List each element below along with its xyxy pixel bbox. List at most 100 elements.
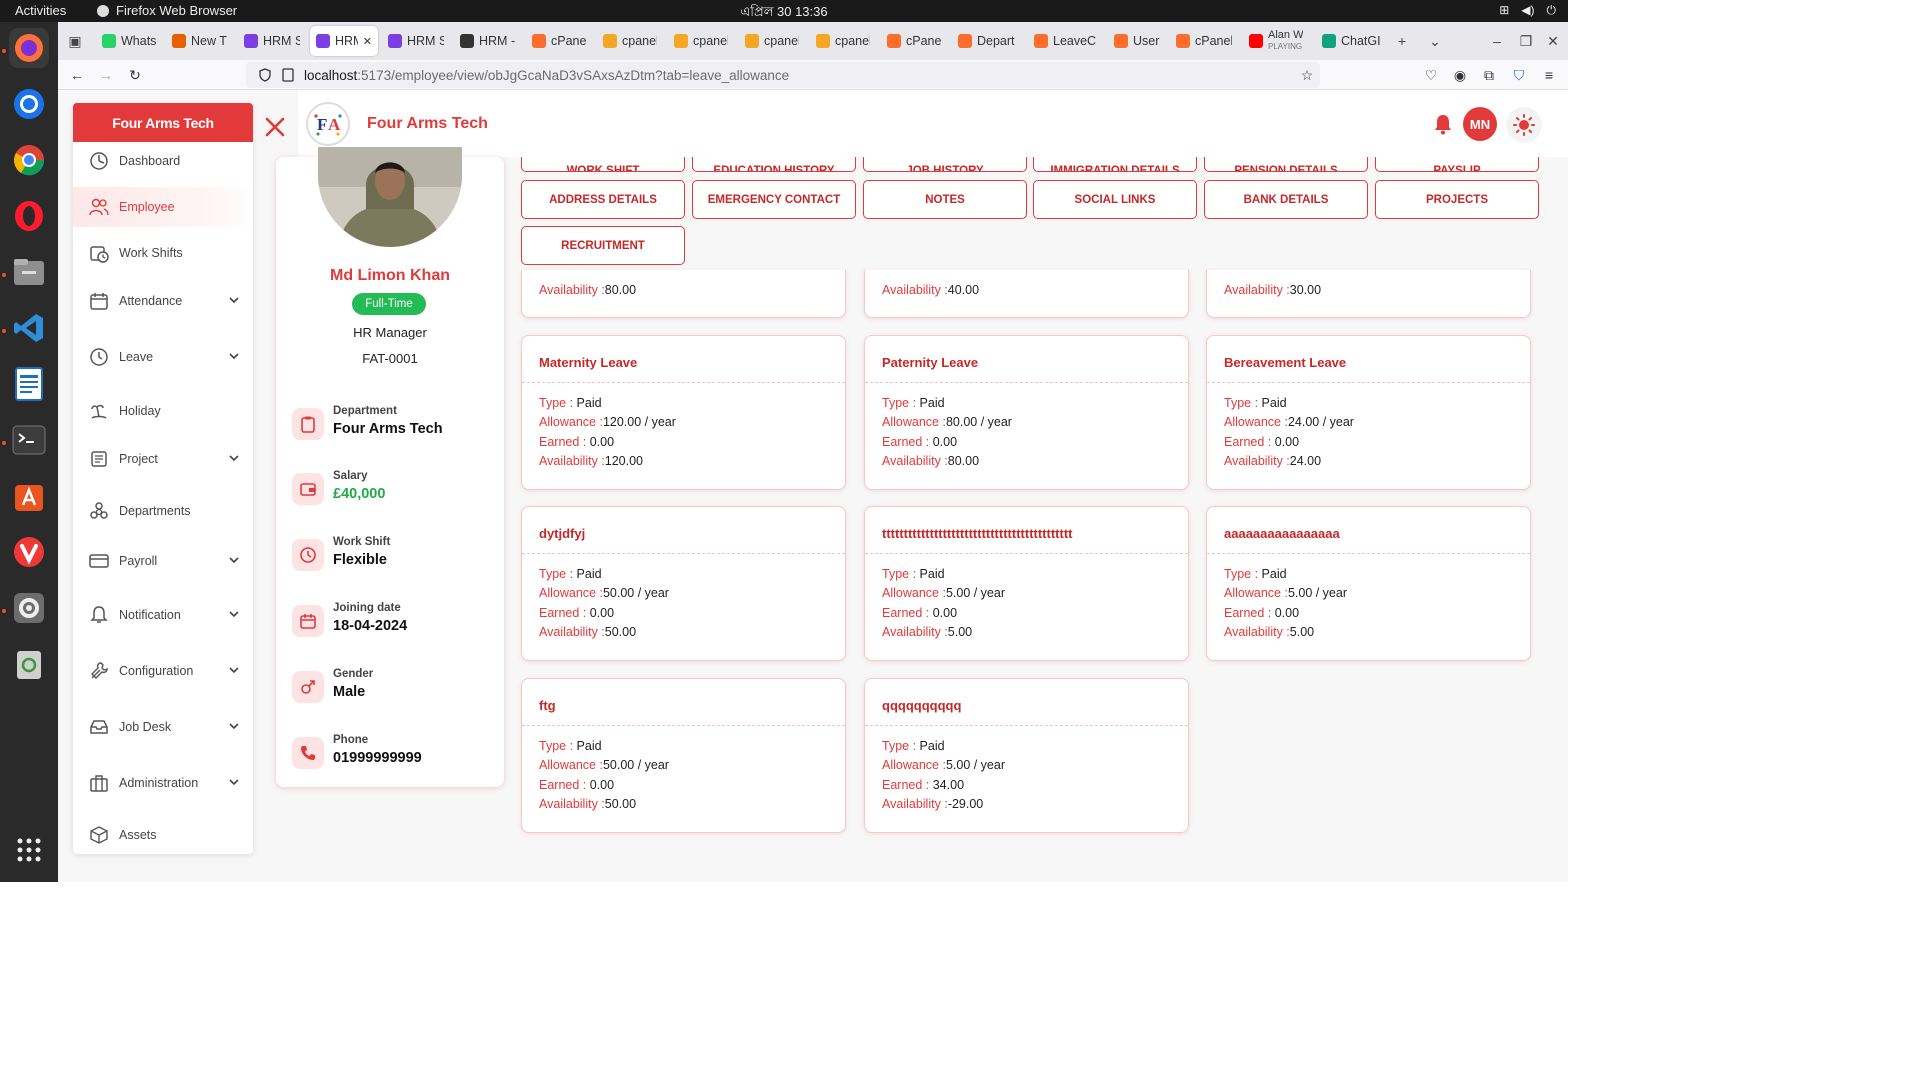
browser-tab[interactable]: Whats: [96, 26, 162, 56]
earned-row: Earned : 34.00: [882, 778, 964, 792]
notification-bell-icon[interactable]: [1431, 112, 1455, 136]
earned-label: Earned :: [539, 778, 590, 792]
vpn-shield-icon[interactable]: ⛉: [1508, 65, 1530, 85]
sidebar-item-configuration[interactable]: Configuration: [73, 651, 253, 691]
browser-tab[interactable]: HRM S: [238, 26, 306, 56]
dock-vivaldi-icon[interactable]: [9, 532, 49, 572]
tab-button-education-history[interactable]: EDUCATION HISTORY: [692, 157, 856, 172]
firefox-view-icon[interactable]: ▣: [64, 30, 86, 52]
tab-button-pension-details[interactable]: PENSION DETAILS: [1204, 157, 1368, 172]
tab-button-social-links[interactable]: SOCIAL LINKS: [1033, 180, 1197, 219]
bookmark-star-icon[interactable]: ☆: [1296, 65, 1318, 85]
browser-tab[interactable]: HRM ✕: [310, 26, 378, 56]
dock-writer-icon[interactable]: [9, 364, 49, 404]
tab-button-immigration-details[interactable]: IMMIGRATION DETAILS: [1033, 157, 1197, 172]
tab-title: HRM: [335, 34, 358, 48]
browser-tab[interactable]: cPanel: [881, 26, 947, 56]
pocket-icon[interactable]: ♡: [1420, 65, 1442, 85]
browser-tab[interactable]: Depart: [952, 26, 1022, 56]
show-apps-icon[interactable]: [9, 830, 49, 870]
earned-label: Earned :: [1224, 435, 1275, 449]
list-tabs-chevron-down-icon[interactable]: ⌄: [1424, 30, 1446, 52]
browser-tab[interactable]: cpanel: [668, 26, 734, 56]
minimize-button[interactable]: –: [1486, 30, 1508, 52]
type-row: Type : Paid: [539, 739, 602, 753]
info-label: Department: [333, 405, 397, 417]
forward-arrow-icon[interactable]: →: [95, 65, 117, 85]
browser-tab[interactable]: cpanel: [739, 26, 805, 56]
dock-vscode-icon[interactable]: [9, 308, 49, 348]
app-menu-icon[interactable]: ≡: [1538, 65, 1560, 85]
dock-settings-icon[interactable]: [9, 588, 49, 628]
dock-terminal-icon[interactable]: [9, 420, 49, 460]
browser-tab[interactable]: LeaveC: [1028, 26, 1102, 56]
close-sidebar-icon[interactable]: [263, 115, 287, 139]
new-tab-button[interactable]: +: [1391, 30, 1413, 52]
sidebar-item-dashboard[interactable]: Dashboard: [73, 141, 253, 181]
dock-chromium-icon[interactable]: [9, 84, 49, 124]
tab-title: cpanel: [764, 34, 799, 48]
divider: [1207, 382, 1530, 383]
browser-tab[interactable]: HRM -: [454, 26, 522, 56]
user-avatar[interactable]: MN: [1463, 107, 1497, 141]
sidebar-item-project[interactable]: Project: [73, 439, 253, 479]
holiday-icon: [91, 404, 107, 419]
company-logo[interactable]: F A: [306, 102, 350, 146]
reload-icon[interactable]: ↻: [124, 65, 146, 85]
sidebar-item-assets[interactable]: Assets: [73, 815, 253, 854]
page-icon[interactable]: [282, 68, 294, 82]
tab-button-recruitment[interactable]: RECRUITMENT: [521, 226, 685, 265]
browser-tab[interactable]: UserM: [1108, 26, 1166, 56]
sidebar-brand[interactable]: Four Arms Tech: [73, 103, 253, 142]
browser-tab[interactable]: HRM S: [382, 26, 450, 56]
tab-button-projects[interactable]: PROJECTS: [1375, 180, 1539, 219]
browser-tab[interactable]: cpanel: [597, 26, 663, 56]
tab-button-address-details[interactable]: ADDRESS DETAILS: [521, 180, 685, 219]
shield-icon[interactable]: [258, 68, 272, 82]
sidebar-item-employee[interactable]: Employee: [73, 187, 253, 227]
dock-chrome-icon[interactable]: [9, 140, 49, 180]
dock-trash-icon[interactable]: [9, 644, 49, 684]
sidebar-item-work-shifts[interactable]: Work Shifts: [73, 233, 253, 273]
sidebar-item-job-desk[interactable]: Job Desk: [73, 707, 253, 747]
notification-icon: [90, 606, 108, 623]
allowance-label: Allowance :: [539, 758, 603, 772]
sidebar-item-payroll[interactable]: Payroll: [73, 541, 253, 581]
sidebar-item-notification[interactable]: Notification: [73, 595, 253, 635]
close-tab-icon[interactable]: ✕: [363, 35, 372, 48]
browser-tab[interactable]: Alan W PLAYING: [1243, 26, 1311, 56]
maximize-button[interactable]: ❐: [1515, 30, 1537, 52]
close-window-button[interactable]: ✕: [1542, 30, 1564, 52]
sidebar-item-leave[interactable]: Leave: [73, 337, 253, 377]
browser-tab[interactable]: New T: [166, 26, 234, 56]
back-arrow-icon[interactable]: ←: [66, 65, 88, 85]
account-icon[interactable]: ◉: [1449, 65, 1471, 85]
sidebar-item-administration[interactable]: Administration: [73, 763, 253, 803]
dock-opera-icon[interactable]: [9, 196, 49, 236]
system-tray[interactable]: ⊞ ◀) ⏻: [1499, 3, 1556, 18]
tab-button-emergency-contact[interactable]: EMERGENCY CONTACT: [692, 180, 856, 219]
sidebar-item-attendance[interactable]: Attendance: [73, 281, 253, 321]
tab-button-work-shift[interactable]: WORK SHIFT: [521, 157, 685, 172]
sidebar-item-departments[interactable]: Departments: [73, 491, 253, 531]
app-menu[interactable]: Firefox Web Browser: [96, 3, 237, 18]
extensions-icon[interactable]: ⧉: [1478, 65, 1500, 85]
browser-tab[interactable]: cPanel: [1170, 26, 1238, 56]
browser-tab[interactable]: ChatGI: [1316, 26, 1388, 56]
dock-software-icon[interactable]: [9, 476, 49, 516]
activities-button[interactable]: Activities: [15, 3, 66, 18]
employment-type-badge: Full-Time: [352, 293, 426, 315]
theme-toggle-button[interactable]: [1506, 107, 1542, 143]
dock-files-icon[interactable]: [9, 252, 49, 292]
tab-button-job-history[interactable]: JOB HISTORY: [863, 157, 1027, 172]
tab-button-bank-details[interactable]: BANK DETAILS: [1204, 180, 1368, 219]
tab-button-notes[interactable]: NOTES: [863, 180, 1027, 219]
sidebar-item-holiday[interactable]: Holiday: [73, 391, 253, 431]
browser-tab[interactable]: cPanel: [526, 26, 592, 56]
tab-title: New T: [191, 34, 227, 48]
tab-button-payslip[interactable]: PAYSLIP: [1375, 157, 1539, 172]
dock-firefox-icon[interactable]: [9, 28, 49, 68]
availability-value: 30.00: [1289, 283, 1322, 297]
browser-tab[interactable]: cpanel: [810, 26, 876, 56]
address-bar[interactable]: localhost:5173/employee/view/obJgGcaNaD3…: [246, 62, 1320, 88]
